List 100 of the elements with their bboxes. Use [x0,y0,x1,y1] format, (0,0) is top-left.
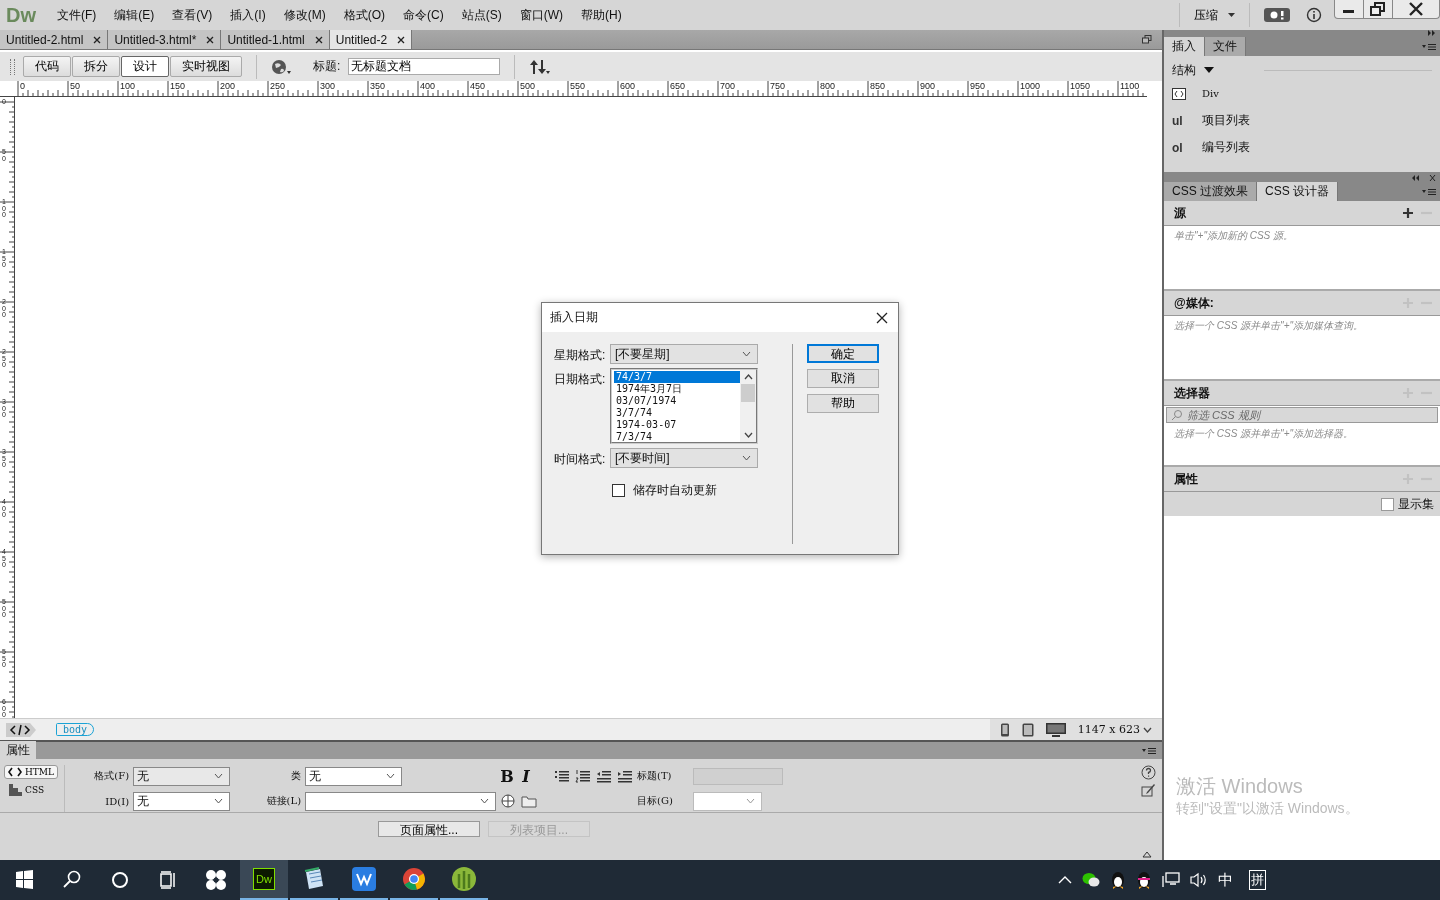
link-dropdown[interactable] [305,791,497,811]
close-icon[interactable] [93,35,102,44]
close-icon[interactable] [314,35,323,44]
format-dropdown[interactable]: 无 [133,766,231,786]
section-title: 选择器 [1174,384,1210,402]
category-dropdown[interactable]: 结构 [1172,61,1214,79]
date-format-option[interactable]: 7/3/74 [614,431,740,443]
panel-tab[interactable]: CSS 过渡效果 [1164,182,1257,201]
date-format-option[interactable]: 03/07/1974 [614,395,740,407]
desktop-icon[interactable] [1045,722,1066,737]
date-format-option[interactable]: 3/7/74 [614,407,740,419]
input-language[interactable]: 中 [1218,870,1233,890]
panel-controls-icon[interactable] [1412,174,1436,181]
browser-icon [402,867,426,891]
scroll-up-icon[interactable] [743,374,753,380]
document-tab[interactable]: Untitled-3.html* [108,30,222,49]
info-icon[interactable] [1306,7,1322,23]
properties-tab[interactable]: 属性 [0,741,36,759]
menu-item[interactable]: 修改(M) [274,6,335,24]
checkbox[interactable] [612,484,625,497]
date-format-option[interactable]: 74/3/7 [614,371,740,383]
mode-button[interactable]: HTML [4,765,59,779]
date-format-list[interactable]: 74/3/7 1974年3月7日 03/07/1974 3/7/74 1974-03-07 7/3/74 [610,368,758,444]
panel-menu-icon[interactable] [1422,188,1436,196]
dialog-button[interactable]: 确定 [807,344,879,363]
title-field[interactable]: 无标题文档 [348,58,501,75]
menu-item[interactable]: 站点(S) [452,6,511,24]
code-tag-icon[interactable] [6,722,36,737]
view-button[interactable]: 拆分 [72,56,120,77]
view-button[interactable]: 实时视图 [170,56,242,77]
bold-button[interactable]: B [500,766,515,786]
network-icon[interactable] [1162,872,1180,888]
document-tab[interactable]: Untitled-1.html [221,30,330,49]
view-button[interactable]: 代码 [23,56,71,77]
numbered-list-icon[interactable] [575,769,592,783]
time-format-dropdown[interactable]: [不要时间] [610,448,758,468]
menu-item[interactable]: 编辑(E) [105,6,164,24]
checkbox[interactable] [1381,497,1394,511]
phone-icon[interactable] [999,722,1010,737]
menu-item[interactable]: 查看(V) [163,6,222,24]
chat-icon[interactable] [1082,872,1100,888]
class-dropdown[interactable]: 无 [305,766,403,786]
italic-button[interactable]: I [519,766,534,786]
page-properties-button[interactable]: 页面属性... [378,821,480,837]
sort-icon[interactable] [529,58,552,75]
workspace-switcher[interactable]: 压缩 [1179,3,1250,27]
panel-tab[interactable]: CSS 设计器 [1257,182,1339,201]
help-icon[interactable] [1141,765,1156,780]
penguin-icon[interactable] [1136,871,1152,889]
bulleted-list-icon[interactable] [554,769,571,783]
menu-item[interactable]: 文件(F) [48,6,106,24]
view-button[interactable]: 设计 [121,56,169,77]
insert-item[interactable]: ol 编号列表 [1172,134,1432,161]
panel-menu-icon[interactable] [1422,43,1436,51]
outdent-icon[interactable] [596,769,613,783]
title-attribute-field[interactable] [693,767,784,785]
penguin-icon[interactable] [1110,871,1126,889]
id-dropdown[interactable]: 无 [133,791,231,811]
folder-icon[interactable] [521,794,538,808]
crosshair-icon[interactable] [500,793,517,809]
menu-item[interactable]: 格式(O) [334,6,394,24]
scrollbar-thumb[interactable] [741,384,755,402]
document-tab[interactable]: Untitled-2 [329,30,413,49]
document-tab[interactable]: Untitled-2.html [0,30,109,49]
date-format-option[interactable]: 1974年3月7日 [614,383,740,395]
taskbar-app[interactable]: Dw [240,860,288,900]
menu-item[interactable]: 窗口(W) [510,6,572,24]
menu-item[interactable]: 命令(C) [394,6,453,24]
auto-update-label: 储存时自动更新 [633,482,717,499]
panel-menu-icon[interactable] [1142,746,1156,755]
section-title: @媒体: [1174,294,1214,312]
mode-button[interactable]: CSS [4,782,59,798]
collapse-icon[interactable] [1142,851,1152,858]
edit-icon[interactable] [1141,782,1156,797]
close-icon[interactable] [397,35,406,44]
close-icon[interactable] [206,35,215,44]
restore-icon[interactable] [1142,35,1152,44]
scroll-down-icon[interactable] [743,432,753,438]
close-icon[interactable] [876,311,888,324]
insert-item[interactable]: Div [1172,80,1432,107]
link-label: 链接(L) [265,794,302,808]
insert-item[interactable]: ul 项目列表 [1172,107,1432,134]
tablet-icon[interactable] [1021,722,1034,737]
weekday-format-dropdown[interactable]: [不要星期] [610,344,758,364]
add-icon[interactable] [1403,208,1413,218]
input-mode[interactable]: 拼 [1249,870,1266,890]
dialog-button[interactable]: 取消 [807,369,879,388]
sync-settings-icon[interactable] [1264,8,1290,22]
filter-field[interactable]: 筛选 CSS 规则 [1166,407,1438,423]
panel-tab[interactable]: 插入 [1164,37,1205,56]
globe-icon[interactable] [271,58,293,75]
volume-icon[interactable] [1190,872,1208,888]
panel-tab[interactable]: 文件 [1205,37,1246,56]
indent-icon[interactable] [617,769,634,783]
date-format-option[interactable]: 1974-03-07 [614,419,740,431]
menu-item[interactable]: 插入(I) [221,6,275,24]
design-canvas[interactable]: 插入日期 星期格式: [不要星期] 日期格式: 74/3/7 1974年3月7日 03/07/1974 3/7/74 1974-03-07 7/3/74 时间格式: [不要时间] 储存时自动更新 确定 取消 帮助 [15,97,1162,718]
menu-item[interactable]: 帮助(H) [572,6,631,24]
chevron-up-icon[interactable] [1058,875,1072,885]
dialog-button[interactable]: 帮助 [807,394,879,413]
